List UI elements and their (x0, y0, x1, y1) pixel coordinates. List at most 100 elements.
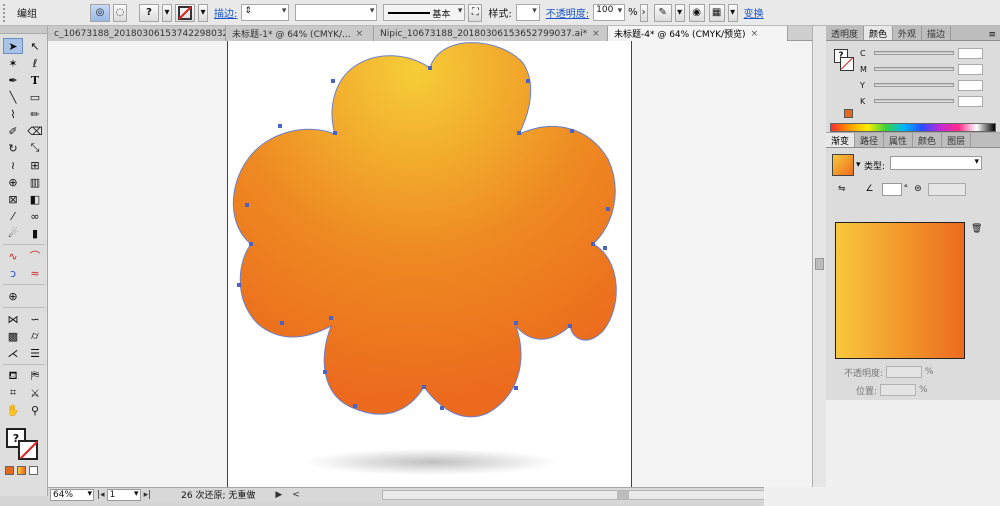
anchor-point[interactable] (514, 321, 518, 325)
flower-path[interactable] (232, 42, 617, 418)
tab-gradient[interactable]: 渐变 (826, 133, 856, 147)
isolate-group-button[interactable]: ◎ (90, 3, 110, 22)
play-icon[interactable]: ▶ (275, 490, 282, 500)
cyan-slider[interactable] (874, 51, 954, 55)
magenta-input[interactable] (958, 63, 983, 75)
shape-builder-tool[interactable]: ⊕ (3, 174, 23, 190)
artboard-select[interactable]: 1 ▾ (106, 488, 141, 501)
anchor-point[interactable] (603, 246, 607, 250)
style-globe-button[interactable]: ◉ (688, 3, 705, 22)
transform-link[interactable]: 变换 (744, 5, 764, 20)
stop-opacity-input[interactable] (886, 366, 923, 378)
gradient-preview[interactable] (835, 222, 965, 359)
tab-color-guide[interactable]: 颜色 (913, 133, 943, 147)
tab-layers[interactable]: 图层 (942, 133, 972, 147)
scale-tool[interactable]: ⤡ (25, 140, 45, 156)
doc-tab-3[interactable]: Nipic_10673188_20180306153652799037.ai* … (374, 26, 608, 41)
envelope-tool[interactable]: ⋈ (3, 311, 23, 327)
last-artboard-icon[interactable]: ▸| (144, 490, 152, 500)
recolor-artwork-button[interactable]: ✎ (653, 3, 672, 22)
zoom-select[interactable]: 64% ▾ (50, 488, 94, 501)
anchor-point[interactable] (329, 316, 333, 320)
color-mode-button[interactable] (5, 466, 14, 475)
anchor-point[interactable] (514, 386, 518, 390)
expand-options-button[interactable]: ⛶ (468, 3, 483, 22)
cyan-input[interactable] (958, 47, 983, 59)
fill-swatch-button[interactable]: ? (139, 3, 159, 22)
panel-menu-icon[interactable]: ≡ (988, 30, 1000, 40)
tab-color[interactable]: 颜色 (864, 26, 894, 40)
wave-tool[interactable]: ∽ (25, 311, 45, 327)
anchor-point[interactable] (440, 406, 444, 410)
tab-stroke[interactable]: 描边 (922, 26, 952, 40)
anchor-point[interactable] (249, 242, 253, 246)
stroke-link[interactable]: 描边: (214, 5, 237, 20)
pen-tool[interactable]: ✒ (3, 72, 23, 88)
crop-tool[interactable]: ⌗ (3, 385, 23, 401)
type-tool[interactable]: T (25, 72, 45, 88)
reverse-gradient-icon[interactable]: ⇋ (838, 184, 846, 194)
align-button[interactable]: ▦ (708, 3, 725, 22)
anchor-point[interactable] (353, 404, 357, 408)
scroll-left-icon[interactable]: < (292, 490, 300, 500)
stop-position-input[interactable] (880, 384, 917, 396)
anchor-point[interactable] (568, 324, 572, 328)
chevron-down-icon[interactable]: ▾ (856, 160, 861, 170)
line-tool[interactable]: ╲ (3, 89, 23, 105)
mesh-tool[interactable]: ⊠ (3, 191, 23, 207)
anchor-point[interactable] (280, 321, 284, 325)
tools-panel-header[interactable] (0, 26, 47, 34)
eyedropper-tool[interactable]: ⁄ (3, 208, 23, 224)
stroke-dropdown[interactable]: ▾ (198, 3, 208, 22)
none-mode-button[interactable] (29, 466, 38, 475)
color-spectrum[interactable] (830, 123, 996, 132)
live-paint-tool[interactable]: ⛾ (3, 368, 23, 384)
trash-icon[interactable]: 🗑 (971, 224, 982, 234)
anchor-point[interactable] (428, 66, 432, 70)
selection-tool[interactable]: ➤ (3, 38, 23, 54)
direct-selection-tool[interactable]: ↖ (25, 38, 45, 54)
symbol-sprayer-tool[interactable]: ☄ (3, 225, 23, 241)
list-tool[interactable]: ☰ (25, 345, 45, 361)
close-icon[interactable]: × (751, 29, 759, 39)
gradient-type-select[interactable] (890, 156, 982, 170)
black-input[interactable] (958, 95, 983, 107)
live-paint-selection-tool[interactable]: ⛿ (25, 368, 45, 384)
graphic-style-dropdown[interactable] (515, 4, 540, 21)
recolor-dropdown[interactable]: ▾ (674, 3, 685, 22)
close-icon[interactable]: × (356, 29, 364, 39)
rotate-tool[interactable]: ↻ (3, 140, 23, 156)
opacity-link[interactable]: 不透明度: (546, 5, 589, 20)
ungroup-button[interactable]: ◌ (113, 3, 127, 22)
perspective-grid-tool[interactable]: ▥ (25, 174, 45, 190)
hand-tool[interactable]: ✋ (3, 402, 23, 418)
last-color-swatch[interactable] (844, 109, 853, 118)
opacity-input[interactable]: 100 (593, 4, 626, 21)
free-transform-tool[interactable]: ⊞ (25, 157, 45, 173)
crosshair-tool[interactable]: ⊕ (3, 288, 23, 304)
doc-tab-2[interactable]: 未标题-1* @ 64% (CMYK/... × (226, 26, 374, 41)
pencil-tool[interactable]: ✏ (25, 106, 45, 122)
reshape-tool[interactable]: ≈ (25, 265, 45, 281)
anchor-point[interactable] (570, 129, 574, 133)
blend-tool[interactable]: ∞ (25, 208, 45, 224)
grid-tool[interactable]: ▩ (3, 328, 23, 344)
rectangle-tool[interactable]: ▭ (25, 89, 45, 105)
anchor-point[interactable] (331, 79, 335, 83)
doc-tab-4-active[interactable]: 未标题-4* @ 64% (CMYK/预览) × (608, 26, 788, 41)
tab-appearance[interactable]: 外观 (893, 26, 923, 40)
blob-brush-tool[interactable]: ✐ (3, 123, 23, 139)
yellow-slider[interactable] (874, 83, 954, 87)
zigzag-tool[interactable]: ⋌ (3, 345, 23, 361)
anchor-point[interactable] (422, 385, 426, 389)
doc-tab-1[interactable]: c_10673188_20180306153742298032.ai* × (48, 26, 226, 41)
zoom-tool[interactable]: ⚲ (25, 402, 45, 418)
magic-wand-tool[interactable]: ✶ (3, 55, 23, 71)
lasso-tool[interactable]: ℓ (25, 55, 45, 71)
scrollbar-thumb[interactable] (617, 490, 629, 499)
close-icon[interactable]: × (592, 29, 600, 39)
first-artboard-icon[interactable]: |◂ (97, 490, 105, 500)
document-canvas[interactable] (48, 41, 812, 487)
flower-artwork[interactable] (48, 41, 812, 487)
brush-definition-dropdown[interactable]: 基本 (383, 4, 466, 21)
